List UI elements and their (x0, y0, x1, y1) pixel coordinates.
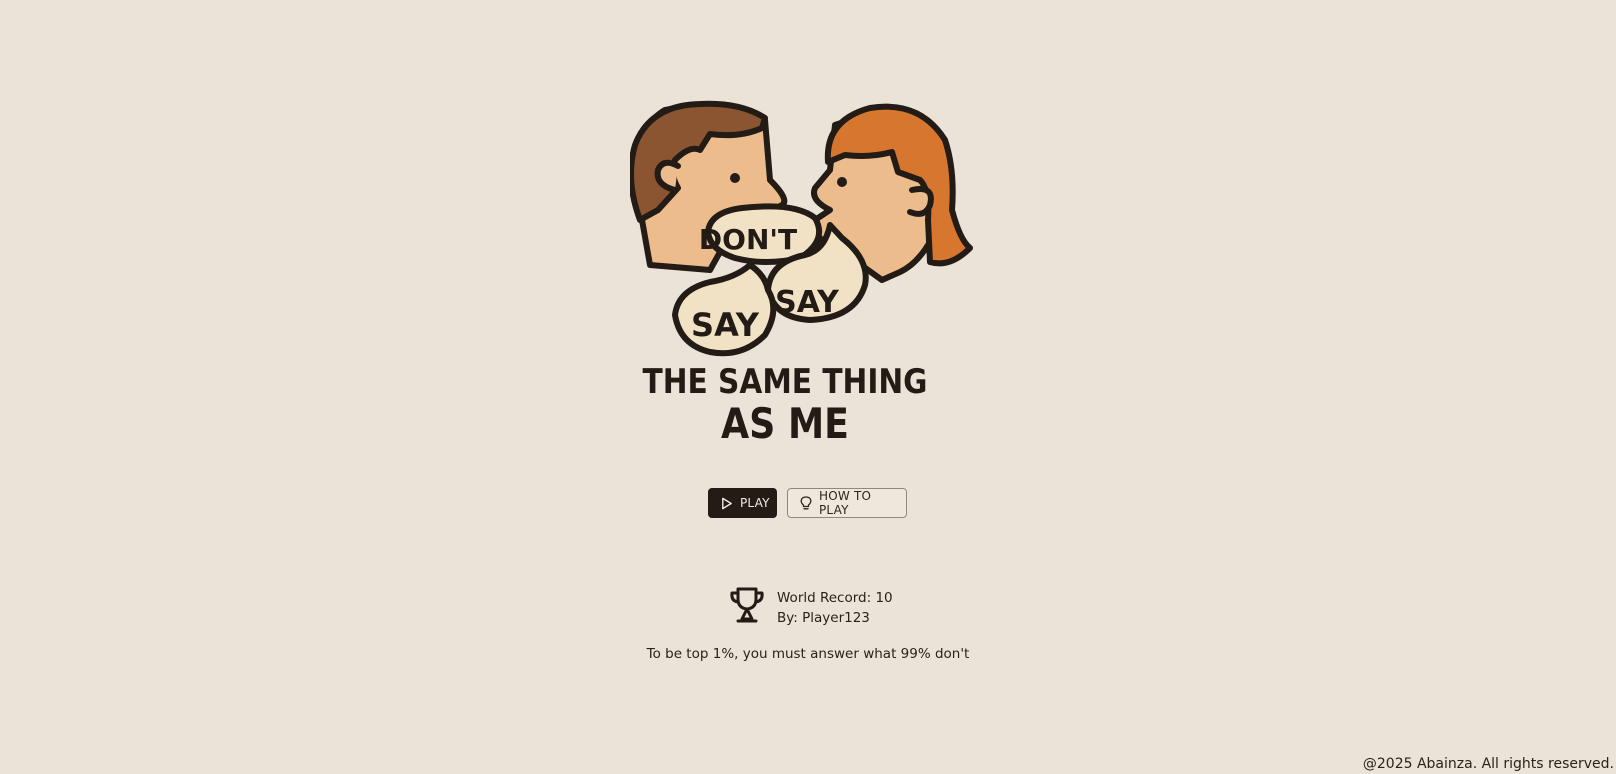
trophy-icon (728, 586, 766, 629)
bubble-say-left-text: SAY (691, 306, 760, 344)
left-eye (730, 173, 740, 183)
play-button[interactable]: PLAY (708, 488, 777, 518)
bubble-say-right-text: SAY (775, 285, 840, 320)
copyright-footer: @2025 Abainza. All rights reserved. (1362, 756, 1614, 772)
right-eye (837, 177, 847, 187)
home-screen: DON'T SAY SAY THE SAME THING AS ME PLAY (0, 0, 1616, 774)
play-icon (720, 497, 733, 510)
tagline: To be top 1%, you must answer what 99% d… (646, 646, 970, 662)
logo-title-line2: AS ME (721, 399, 849, 448)
how-to-play-label: HOW TO PLAY (819, 489, 872, 517)
record-text: World Record: 10 By: Player123 (777, 588, 893, 628)
play-button-label: PLAY (740, 496, 770, 510)
how-to-play-button[interactable]: HOW TO PLAY (787, 488, 907, 518)
bubble-dont-text: DON'T (699, 223, 797, 256)
game-logo: DON'T SAY SAY THE SAME THING AS ME (630, 100, 1000, 465)
world-record: World Record: 10 By: Player123 (728, 586, 893, 629)
record-holder: By: Player123 (777, 609, 870, 626)
action-buttons: PLAY HOW TO PLAY (708, 488, 907, 518)
lightbulb-icon (800, 496, 812, 510)
logo-title-line1: THE SAME THING (643, 362, 928, 402)
record-score: World Record: 10 (777, 589, 893, 606)
